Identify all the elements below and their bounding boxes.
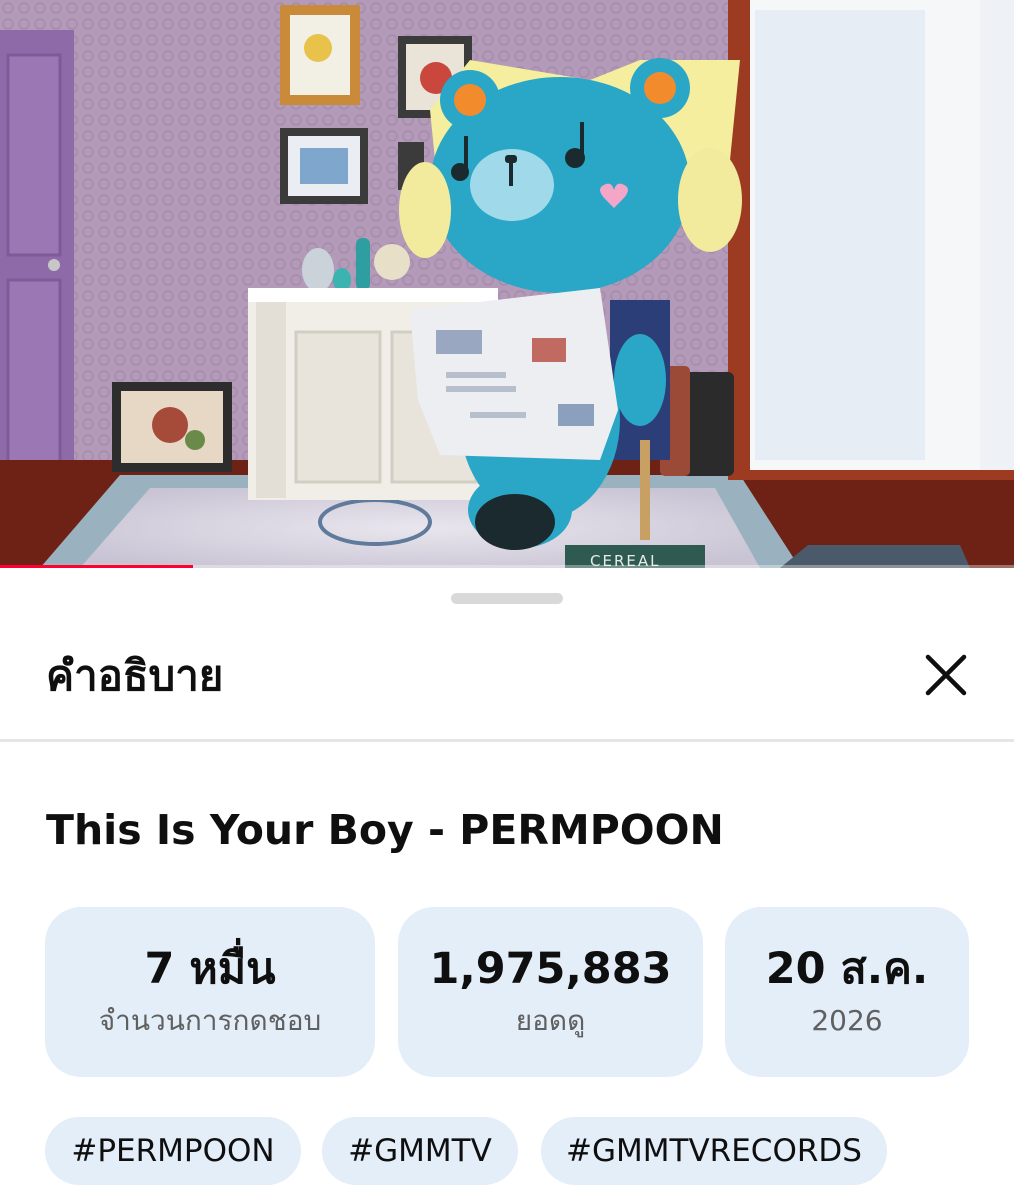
upload-date-year: 2026 [811,1004,883,1037]
video-player[interactable]: CEREAL [0,0,1014,568]
sheet-drag-handle[interactable] [451,593,563,604]
video-title: This Is Your Boy - PERMPOON [46,806,724,854]
hashtag-chip[interactable]: #GMMTVRECORDS [541,1117,887,1185]
description-sheet: คำอธิบาย This Is Your Boy - PERMPOON 7 ห… [0,570,1014,1200]
hashtag-chip[interactable]: #GMMTV [322,1117,518,1185]
hashtag-chip[interactable]: #PERMPOON [45,1117,301,1185]
upload-date-stat: 20 ส.ค. 2026 [725,907,969,1077]
close-icon [925,654,967,696]
views-stat: 1,975,883 ยอดดู [398,907,703,1077]
video-progress-played [0,565,193,568]
video-progress-bar[interactable] [0,565,1014,568]
likes-stat: 7 หมื่น จำนวนการกดชอบ [45,907,375,1077]
views-count: 1,975,883 [429,944,672,994]
video-frame: CEREAL [0,0,1014,568]
views-label: ยอดดู [515,1004,586,1037]
upload-date-day: 20 ส.ค. [765,944,929,994]
likes-label: จำนวนการกดชอบ [98,1004,322,1037]
sheet-divider [0,739,1014,742]
likes-count: 7 หมื่น [144,944,276,994]
close-button[interactable] [914,643,978,707]
sheet-title: คำอธิบาย [46,651,224,700]
